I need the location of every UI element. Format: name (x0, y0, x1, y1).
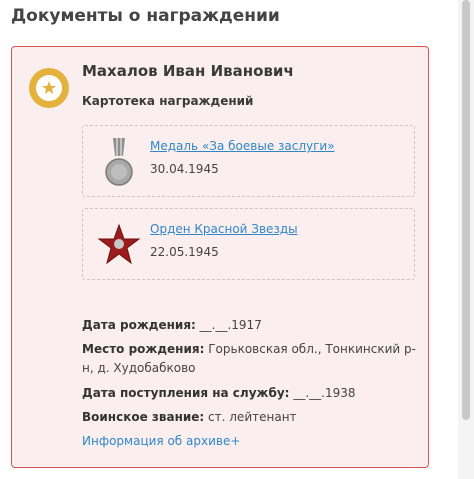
birth-place-label: Место рождения: (82, 342, 205, 356)
award-link[interactable]: Медаль «За боевые заслуги» (150, 139, 335, 153)
service-start-value: __.__.1938 (293, 386, 356, 400)
birth-date-value: __.__.1917 (199, 318, 262, 332)
card-subtitle: Картотека награждений (82, 94, 254, 108)
birth-date-row: Дата рождения: __.__.1917 (82, 316, 262, 335)
rank-value: ст. лейтенант (208, 410, 297, 424)
award-badge-icon (29, 68, 69, 108)
birth-date-label: Дата рождения: (82, 318, 196, 332)
archive-info-link[interactable]: Информация об архиве+ (82, 432, 240, 451)
rank-label: Воинское звание: (82, 410, 205, 424)
award-date: 30.04.1945 (150, 162, 219, 176)
scrollbar-thumb[interactable] (462, 0, 470, 420)
medal-icon (105, 138, 133, 186)
award-item: Медаль «За боевые заслуги» 30.04.1945 (82, 125, 415, 197)
award-card: Махалов Иван Иванович Картотека награжде… (11, 46, 429, 468)
service-start-row: Дата поступления на службу: __.__.1938 (82, 384, 355, 403)
red-star-order-icon (97, 223, 141, 265)
birth-place-row: Место рождения: Горьковская обл., Тонкин… (82, 340, 422, 378)
page-title: Документы о награждении (11, 6, 280, 26)
award-item: Орден Красной Звезды 22.05.1945 (82, 208, 415, 280)
award-date: 22.05.1945 (150, 245, 219, 259)
scrollbar[interactable] (458, 0, 474, 479)
person-name: Махалов Иван Иванович (82, 62, 294, 80)
award-link[interactable]: Орден Красной Звезды (150, 222, 298, 236)
rank-row: Воинское звание: ст. лейтенант (82, 408, 297, 427)
service-start-label: Дата поступления на службу: (82, 386, 290, 400)
